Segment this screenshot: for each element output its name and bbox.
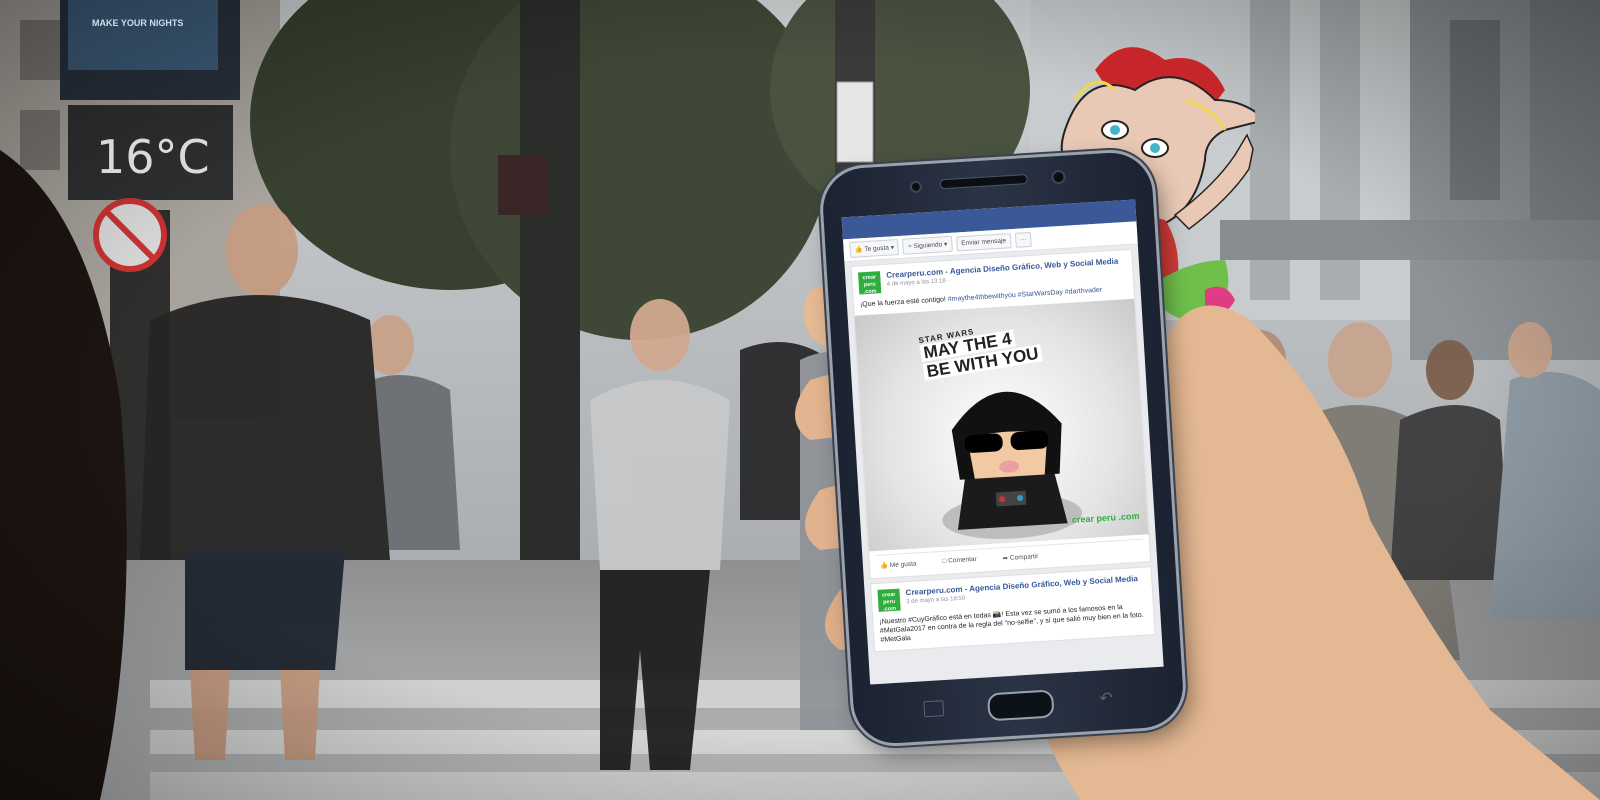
share-icon: ➦ bbox=[1002, 554, 1009, 563]
temperature-display: 16°C bbox=[96, 130, 210, 184]
watermark-logo: crear peru .com bbox=[1071, 510, 1140, 525]
smartphone: 👍 Te gusta ▾ ≈ Siguiendo ▾ Enviar mensaj… bbox=[820, 150, 1186, 746]
more-options-button[interactable]: ··· bbox=[1014, 231, 1032, 248]
home-button[interactable] bbox=[986, 689, 1055, 722]
hashtags[interactable]: #maythe4thbewithyou #StarWarsDay #darthv… bbox=[948, 287, 1103, 303]
send-message-button[interactable]: Enviar mensaje bbox=[955, 232, 1012, 251]
billboard-text: MAKE YOUR NIGHTS bbox=[92, 18, 184, 28]
like-button[interactable]: 👍 Me gusta bbox=[879, 560, 917, 570]
share-button[interactable]: ➦ Compartir bbox=[1002, 552, 1038, 562]
comment-button[interactable]: □ Comentar bbox=[942, 556, 977, 566]
phone-screen: 👍 Te gusta ▾ ≈ Siguiendo ▾ Enviar mensaj… bbox=[841, 199, 1164, 685]
thumbs-up-icon: 👍 bbox=[854, 246, 863, 254]
following-button[interactable]: ≈ Siguiendo ▾ bbox=[902, 235, 953, 255]
like-page-button[interactable]: 👍 Te gusta ▾ bbox=[849, 238, 900, 258]
post-image[interactable]: STAR WARS MAY THE 4 BE WITH YOU crear pe… bbox=[854, 298, 1149, 552]
like-icon: 👍 bbox=[879, 562, 889, 570]
post-2: crear peru .com Crearperu.com - Agencia Di… bbox=[870, 566, 1156, 653]
street-scene: MAKE YOUR NIGHTS 16°C 👍 Te gusta ▾ ≈ Sig… bbox=[0, 0, 1600, 800]
page-avatar[interactable]: crear peru .com bbox=[877, 588, 901, 613]
page-avatar[interactable]: crear peru .com bbox=[858, 271, 882, 295]
recent-apps-icon[interactable] bbox=[923, 700, 945, 718]
back-icon[interactable]: ↶ bbox=[1099, 688, 1114, 709]
comment-icon: □ bbox=[942, 557, 947, 565]
post-1: crear peru .com Crearperu.com - Agencia Di… bbox=[850, 248, 1152, 580]
rss-icon: ≈ bbox=[907, 243, 912, 251]
